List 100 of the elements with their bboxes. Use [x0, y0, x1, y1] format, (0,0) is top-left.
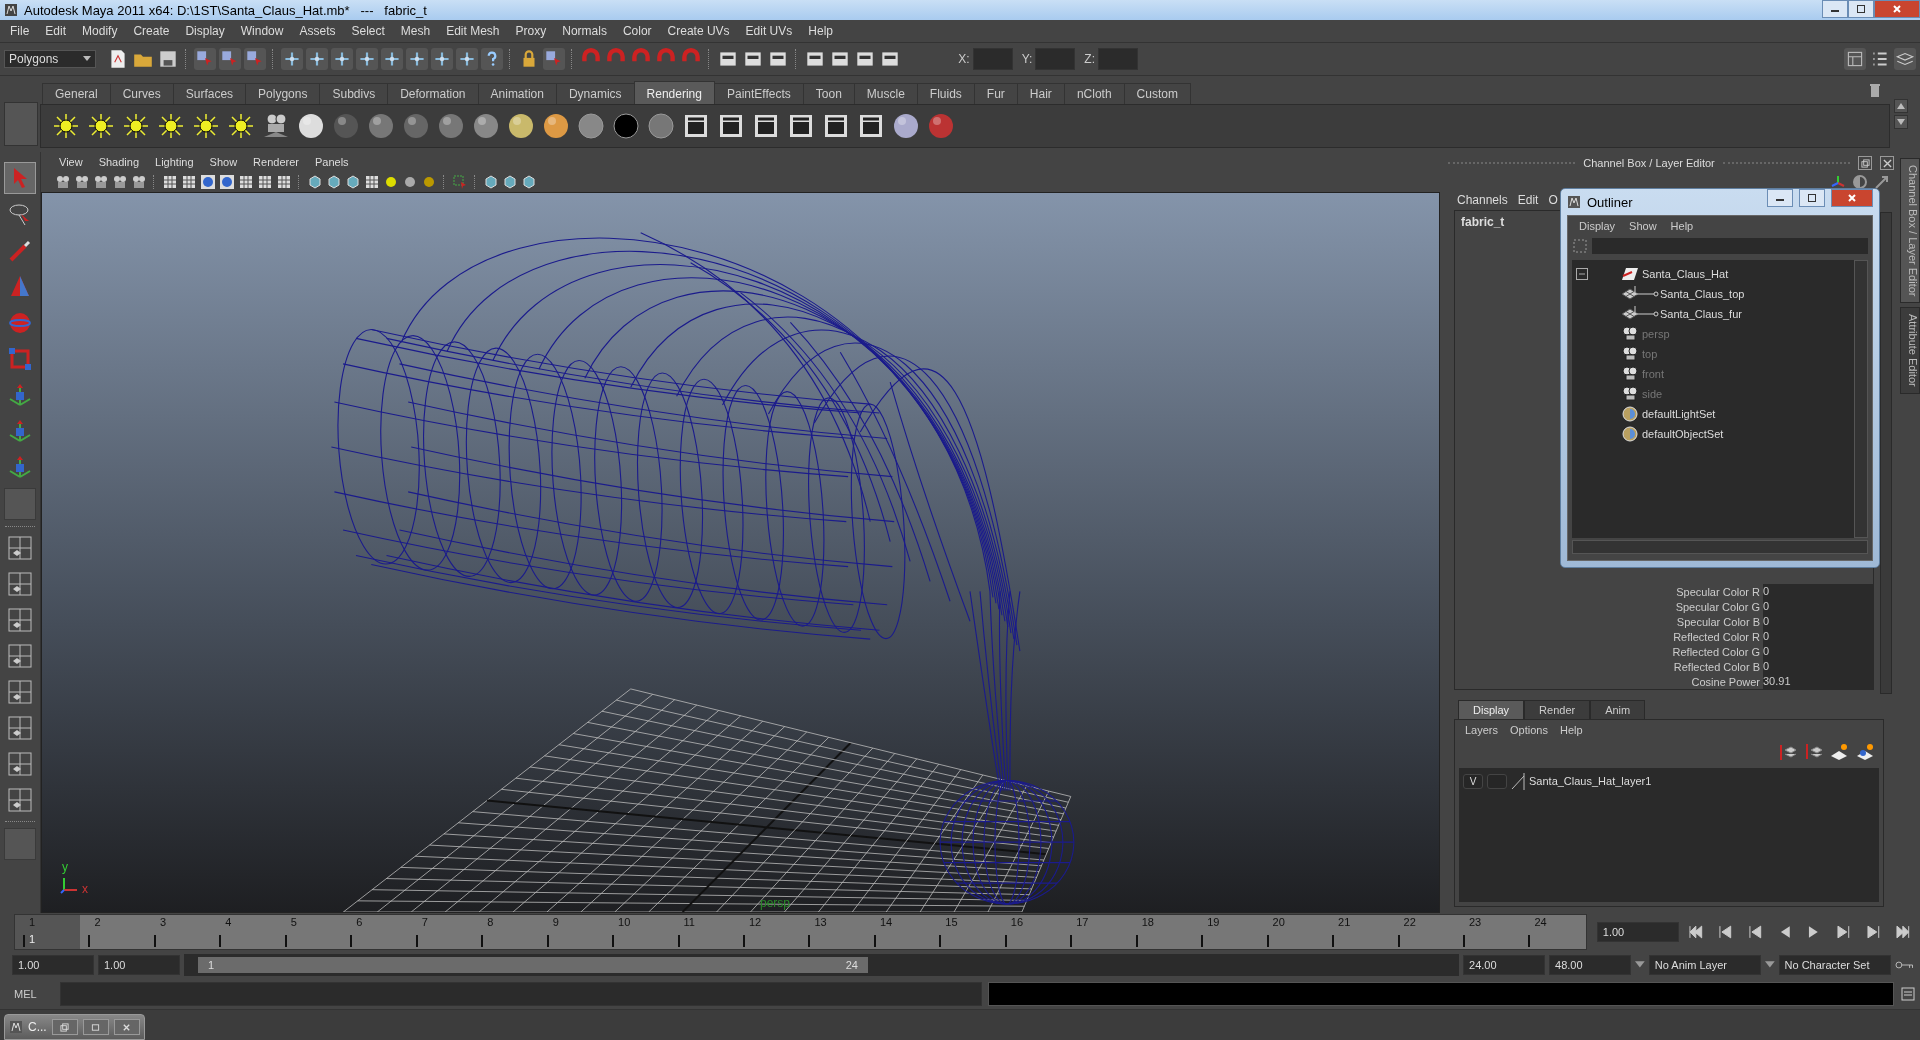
grid-icon[interactable] [181, 174, 197, 190]
shelf-tab[interactable]: Rendering [633, 81, 715, 104]
playback-nextkey-icon[interactable] [1836, 924, 1852, 940]
menu-item[interactable]: Create UVs [659, 24, 738, 38]
shelf-tab[interactable]: General [42, 83, 111, 104]
cube-icon[interactable] [502, 174, 518, 190]
layout-icon[interactable] [5, 533, 35, 563]
outliner-item[interactable]: Santa_Claus_top [1660, 288, 1745, 300]
search-field[interactable] [1592, 238, 1868, 254]
camera-icon[interactable] [55, 174, 71, 190]
collapse-icon[interactable] [1576, 268, 1588, 280]
snap-icon[interactable] [431, 48, 453, 70]
axis-icon[interactable] [1830, 174, 1846, 190]
end-time-field[interactable]: 48.00 [1549, 955, 1632, 975]
snap-icon[interactable] [306, 48, 328, 70]
close-button[interactable] [1874, 0, 1920, 18]
outliner-menu-item[interactable]: Help [1663, 220, 1701, 232]
panel-menu-item[interactable]: Shading [90, 156, 148, 168]
anim-layer-dropdown[interactable]: No Anim Layer [1648, 955, 1761, 975]
playback-end-field[interactable]: 24.00 [1463, 955, 1546, 975]
time-slider[interactable]: 1 1 2 3 4 5 6 7 8 9 10 11 12 13 14 15 16 17 18 19 20 21 22 23 24 [14, 914, 1587, 950]
shelf-menu-handle[interactable] [4, 102, 38, 146]
sphere-icon[interactable] [506, 111, 536, 141]
layout-icon[interactable] [5, 569, 35, 599]
playback-next-icon[interactable] [1865, 924, 1882, 940]
sphere-icon[interactable] [401, 111, 431, 141]
outliner-menu-item[interactable]: Display [1572, 220, 1623, 232]
layout-icon[interactable] [5, 641, 35, 671]
arrow-icon[interactable] [1874, 174, 1890, 190]
playback-last-icon[interactable] [1895, 924, 1912, 940]
menu-item[interactable]: Edit Mesh [438, 24, 508, 38]
side-tab[interactable]: Attribute Editor [1900, 307, 1920, 395]
outliner-item[interactable]: defaultObjectSet [1642, 428, 1724, 440]
menu-item[interactable]: Modify [74, 24, 126, 38]
command-language-label[interactable]: MEL [14, 988, 54, 1000]
grid-icon[interactable] [364, 174, 380, 190]
visibility-toggle[interactable]: V [1463, 773, 1483, 789]
light-icon[interactable] [191, 111, 221, 141]
panel-menu-item[interactable]: View [51, 156, 91, 168]
key-icon[interactable] [1894, 960, 1914, 970]
channel-menu-item[interactable]: Channels [1452, 193, 1513, 207]
menu-item[interactable]: Color [614, 24, 660, 38]
save-icon[interactable] [157, 48, 179, 70]
grid-icon[interactable] [162, 174, 178, 190]
vertical-scrollbar[interactable] [1854, 260, 1868, 538]
side-tab[interactable]: Channel Box / Layer Editor [1900, 158, 1920, 304]
layer-menu-item[interactable]: Options [1504, 724, 1554, 736]
channel-menu-item[interactable]: Edit [1512, 193, 1544, 207]
menu-item[interactable]: File [2, 24, 38, 38]
scroll-up-button[interactable] [1894, 99, 1908, 113]
layers-icon[interactable] [1894, 48, 1916, 70]
sphere-icon[interactable] [471, 111, 501, 141]
snap-icon[interactable] [331, 48, 353, 70]
selection-icon[interactable] [219, 48, 241, 70]
coordinate-field[interactable] [972, 48, 1013, 70]
move-layer-up-icon[interactable] [1777, 742, 1797, 762]
horizontal-scrollbar[interactable] [1572, 540, 1868, 554]
attribute-value[interactable]: 0 [1763, 584, 1873, 599]
attribute-value[interactable]: 0 [1763, 614, 1873, 629]
light-icon[interactable] [226, 111, 256, 141]
layer-tab[interactable]: Display [1458, 700, 1525, 719]
camera-icon[interactable] [93, 174, 109, 190]
light-ball-icon[interactable] [421, 174, 437, 190]
coordinate-field[interactable] [1035, 48, 1076, 70]
menu-item[interactable]: Display [177, 24, 233, 38]
scroll-down-button[interactable] [1894, 115, 1908, 129]
half-circle-icon[interactable] [1852, 174, 1868, 190]
snap-icon[interactable] [456, 48, 478, 70]
menu-item[interactable]: Select [343, 24, 393, 38]
sphere-icon[interactable] [296, 111, 326, 141]
menu-item[interactable]: Window [232, 24, 292, 38]
playback-first-icon[interactable] [1687, 924, 1704, 940]
new-layer-icon[interactable] [1829, 742, 1849, 762]
panel-layout-icon[interactable] [1844, 48, 1866, 70]
snap-icon[interactable] [381, 48, 403, 70]
playback-start-field[interactable]: 1.00 [98, 955, 180, 975]
layout-icon[interactable] [5, 785, 35, 815]
grid-icon[interactable] [238, 174, 254, 190]
outliner-menu-item[interactable]: Show [1622, 220, 1664, 232]
character-set-dropdown[interactable]: No Character Set [1778, 955, 1891, 975]
layer-tab[interactable]: Render [1524, 700, 1591, 719]
camera-icon[interactable] [131, 174, 147, 190]
camera-icon[interactable] [112, 174, 128, 190]
script-editor-icon[interactable] [1900, 986, 1916, 1002]
light-icon[interactable] [51, 111, 81, 141]
menu-item[interactable]: Assets [291, 24, 344, 38]
minimized-window[interactable]: C... [4, 1014, 145, 1040]
channel-menu-item[interactable]: O [1543, 193, 1563, 207]
layer-menu-item[interactable]: Help [1553, 724, 1589, 736]
disc-icon[interactable] [611, 111, 641, 141]
minimize-button[interactable] [1767, 189, 1793, 207]
maximize-button[interactable] [1848, 0, 1874, 18]
playback-toggle[interactable] [1487, 773, 1507, 789]
menu-item[interactable]: Proxy [507, 24, 555, 38]
layer-tab[interactable]: Anim [1590, 700, 1646, 719]
sphere-icon[interactable] [436, 111, 466, 141]
command-input-field[interactable] [60, 982, 982, 1006]
light-icon[interactable] [86, 111, 116, 141]
attribute-value[interactable]: 0 [1763, 599, 1873, 614]
attribute-value[interactable]: 0 [1763, 644, 1873, 659]
